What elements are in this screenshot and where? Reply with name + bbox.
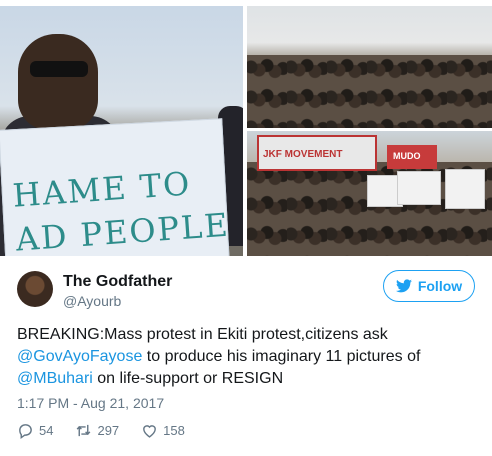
crowd [247,54,492,128]
reply-action[interactable]: 54 [17,422,53,439]
tweet-text-part: BREAKING:Mass protest in Ekiti protest,c… [17,326,388,343]
tweet-text-part: on life-support or RESIGN [92,370,284,387]
reply-icon [19,424,32,439]
movement-banner: JKF MOVEMENT [257,135,377,171]
twitter-bird-icon [395,279,412,293]
like-icon [143,425,157,438]
tweet-text: BREAKING:Mass protest in Ekiti protest,c… [17,324,477,390]
mention-link[interactable]: @MBuhari [17,370,93,387]
like-action[interactable]: 158 [141,422,185,439]
author-name[interactable]: The Godfather [63,273,172,291]
crowd-street-photo[interactable] [247,6,492,128]
red-banner: MUDO [387,145,437,169]
author-handle[interactable]: @Ayourb [63,293,121,309]
tweet-timestamp[interactable]: 1:17 PM - Aug 21, 2017 [17,395,164,411]
tweet-text-part: to produce his imaginary 11 pictures of [142,348,421,365]
retweet-count: 297 [97,423,120,438]
banner-text: JKF MOVEMENT [263,149,343,160]
retweet-icon [77,424,91,437]
protester-head [18,34,98,130]
retweet-action[interactable]: 297 [75,422,119,439]
mention-link[interactable]: @GovAyoFayose [17,348,142,365]
protest-sign-text: HAME TO AD PEOPLE [11,164,231,256]
placard [445,169,485,209]
follow-button[interactable]: Follow [383,270,475,302]
red-banner-text: MUDO [393,151,421,161]
placard [397,171,441,205]
like-count: 158 [163,423,185,438]
tweet-media-grid[interactable]: HAME TO AD PEOPLE JKF MOVEMENT MUDO [0,0,492,258]
sunglasses [30,61,88,77]
crowd-banners-photo[interactable]: JKF MOVEMENT MUDO [247,131,492,256]
avatar[interactable] [17,271,53,307]
tweet-actions: 54 297 158 [17,422,207,439]
reply-count: 54 [39,423,54,438]
follow-label: Follow [417,278,463,294]
protester-with-sign-photo[interactable]: HAME TO AD PEOPLE [0,6,243,256]
